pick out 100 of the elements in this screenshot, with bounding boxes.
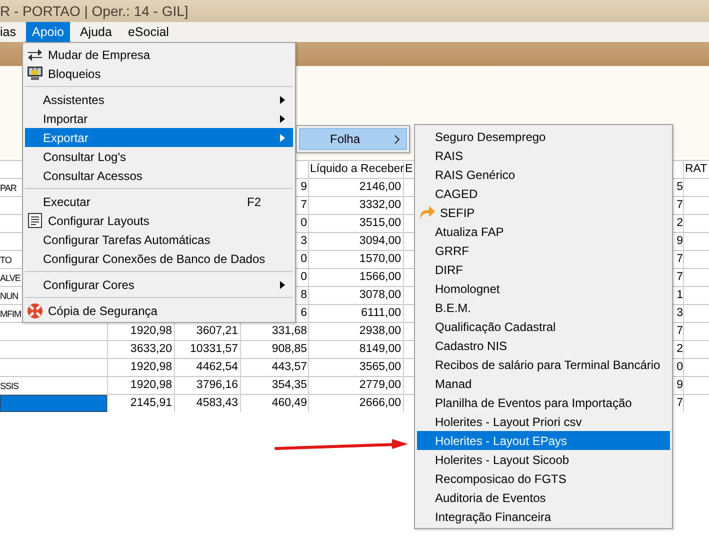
menu-item[interactable]: Folha [299, 128, 407, 150]
menu-item[interactable]: Planilha de Eventos para Importação [417, 393, 670, 412]
table-cell: 1 [676, 289, 683, 301]
menu-item[interactable]: DIRF [417, 260, 670, 279]
table-cell: 7 [676, 271, 683, 283]
table-cell: 3515,00 [359, 217, 401, 229]
menu-item[interactable]: Consultar Log's [25, 147, 293, 166]
table-cell: 2145,91 [130, 397, 172, 409]
table-cell: 1920,98 [130, 325, 172, 337]
menu-item[interactable]: Bloqueios [25, 64, 293, 83]
shortcut-label: F2 [246, 194, 261, 208]
menu-item[interactable]: SEFIP [417, 203, 670, 222]
menu-item[interactable]: RAIS Genérico [417, 165, 670, 184]
menu-item[interactable]: Assistentes [25, 90, 293, 109]
table-cell: MFIM [0, 308, 21, 318]
menu-item[interactable]: Seguro Desemprego [417, 127, 670, 146]
table-cell: 3607,21 [196, 325, 238, 337]
table-cell: 3 [676, 307, 683, 319]
column-header[interactable]: Líquido a Receber [310, 163, 404, 175]
menu-item[interactable]: Auditoria de Eventos [417, 488, 670, 507]
menu-item[interactable]: Holerites - Layout EPays [417, 431, 670, 450]
table-cell: 3332,00 [359, 199, 401, 211]
table-cell: 9 [300, 181, 307, 193]
table-cell: 0 [300, 217, 307, 229]
document-lines-icon [27, 213, 43, 228]
table-cell: 6 [300, 307, 307, 319]
table-cell: 2666,00 [359, 397, 401, 409]
menu-item[interactable]: RAIS [417, 146, 670, 165]
menu-item[interactable]: CAGED [417, 184, 670, 203]
lifebuoy-icon [27, 302, 43, 318]
table-cell: 2938,00 [359, 325, 401, 337]
monitor-lock-icon [27, 66, 43, 81]
table-cell: 5 [676, 181, 683, 193]
menu-item[interactable]: Configurar Conexões de Banco de Dados [25, 249, 293, 268]
menu-item[interactable]: Configurar Layouts [25, 211, 293, 230]
menu-item[interactable]: Consultar Acessos [25, 166, 293, 185]
menu-item[interactable]: B.E.M. [417, 298, 670, 317]
menu-item[interactable]: Configurar Tarefas Automáticas [25, 230, 293, 249]
table-cell: 3094,00 [359, 235, 401, 247]
table-cell: 3078,00 [359, 289, 401, 301]
menu-bar-item[interactable]: Ajuda [74, 22, 118, 42]
table-cell: 7 [300, 199, 307, 211]
table-cell: 354,35 [272, 379, 307, 391]
table-cell: 3633,20 [130, 343, 172, 355]
window-title: R - PORTAO | Oper.: 14 - GIL] [0, 3, 188, 19]
table-cell: 7 [676, 253, 683, 265]
table-cell: 8149,00 [359, 343, 401, 355]
table-cell: 4462,54 [196, 361, 238, 373]
table-cell: 1920,98 [130, 361, 172, 373]
menu-item[interactable]: Holerites - Layout Sicoob [417, 450, 670, 469]
table-cell: 0 [300, 271, 307, 283]
table-cell: 8 [300, 289, 307, 301]
table-cell: 331,68 [272, 325, 307, 337]
menu-item[interactable]: Importar [25, 109, 293, 128]
menu-bar-item[interactable]: ias [0, 22, 22, 42]
table-cell: 1920,98 [130, 379, 172, 391]
curved-arrow-icon [419, 206, 435, 219]
menu-item[interactable]: Recibos de salário para Terminal Bancário [417, 355, 670, 374]
table-cell: 6111,00 [361, 307, 401, 319]
table-cell: PAR [0, 182, 16, 192]
table-cell: 2 [676, 343, 683, 355]
table-cell: 2779,00 [359, 379, 401, 391]
menu-item[interactable]: Cadastro NIS [417, 336, 670, 355]
table-cell: 3 [300, 235, 307, 247]
table-cell: 1566,00 [359, 271, 401, 283]
column-header[interactable]: E [405, 163, 413, 175]
menu-item[interactable]: Cópia de Segurança [25, 301, 293, 320]
column-header[interactable]: RAT [685, 163, 708, 175]
menu-item[interactable]: Exportar [25, 128, 293, 147]
chevron-right-icon [394, 134, 400, 144]
menu-item[interactable]: Atualiza FAP [417, 222, 670, 241]
swap-arrows-icon [27, 48, 43, 62]
table-cell: TO [0, 254, 12, 264]
menu-bar-item[interactable]: Apoio [26, 22, 70, 42]
table-cell: 7 [676, 199, 683, 211]
table-cell: 460,49 [272, 397, 307, 409]
menu-item[interactable]: Qualificação Cadastral [417, 317, 670, 336]
table-cell: 0 [676, 361, 683, 373]
menu-item[interactable]: Homolognet [417, 279, 670, 298]
menu-item[interactable]: Configurar Cores [25, 275, 293, 294]
menu-item[interactable]: Holerites - Layout Priori csv [417, 412, 670, 431]
menu-item[interactable]: Recomposicao do FGTS [417, 469, 670, 488]
menu-item[interactable]: Integração Financeira [417, 507, 670, 526]
menu-item[interactable]: Executar F2 [25, 192, 293, 211]
table-cell: ALVE [0, 272, 20, 282]
table-cell: 3796,16 [196, 379, 238, 391]
table-cell: 3565,00 [359, 361, 401, 373]
table-cell: 908,85 [272, 343, 307, 355]
table-cell: 9 [676, 235, 683, 247]
table-cell: 443,57 [272, 361, 307, 373]
table-cell: 7 [676, 325, 683, 337]
table-cell: 9 [676, 379, 683, 391]
menu-item[interactable]: Mudar de Empresa [25, 45, 293, 64]
menu-bar-item[interactable]: eSocial [122, 22, 175, 42]
table-cell: 1570,00 [359, 253, 401, 265]
table-cell: NUN [0, 290, 18, 300]
menu-item[interactable]: Manad [417, 374, 670, 393]
table-cell: 4583,43 [196, 397, 238, 409]
menu-item[interactable]: GRRF [417, 241, 670, 260]
table-cell: 0 [300, 253, 307, 265]
